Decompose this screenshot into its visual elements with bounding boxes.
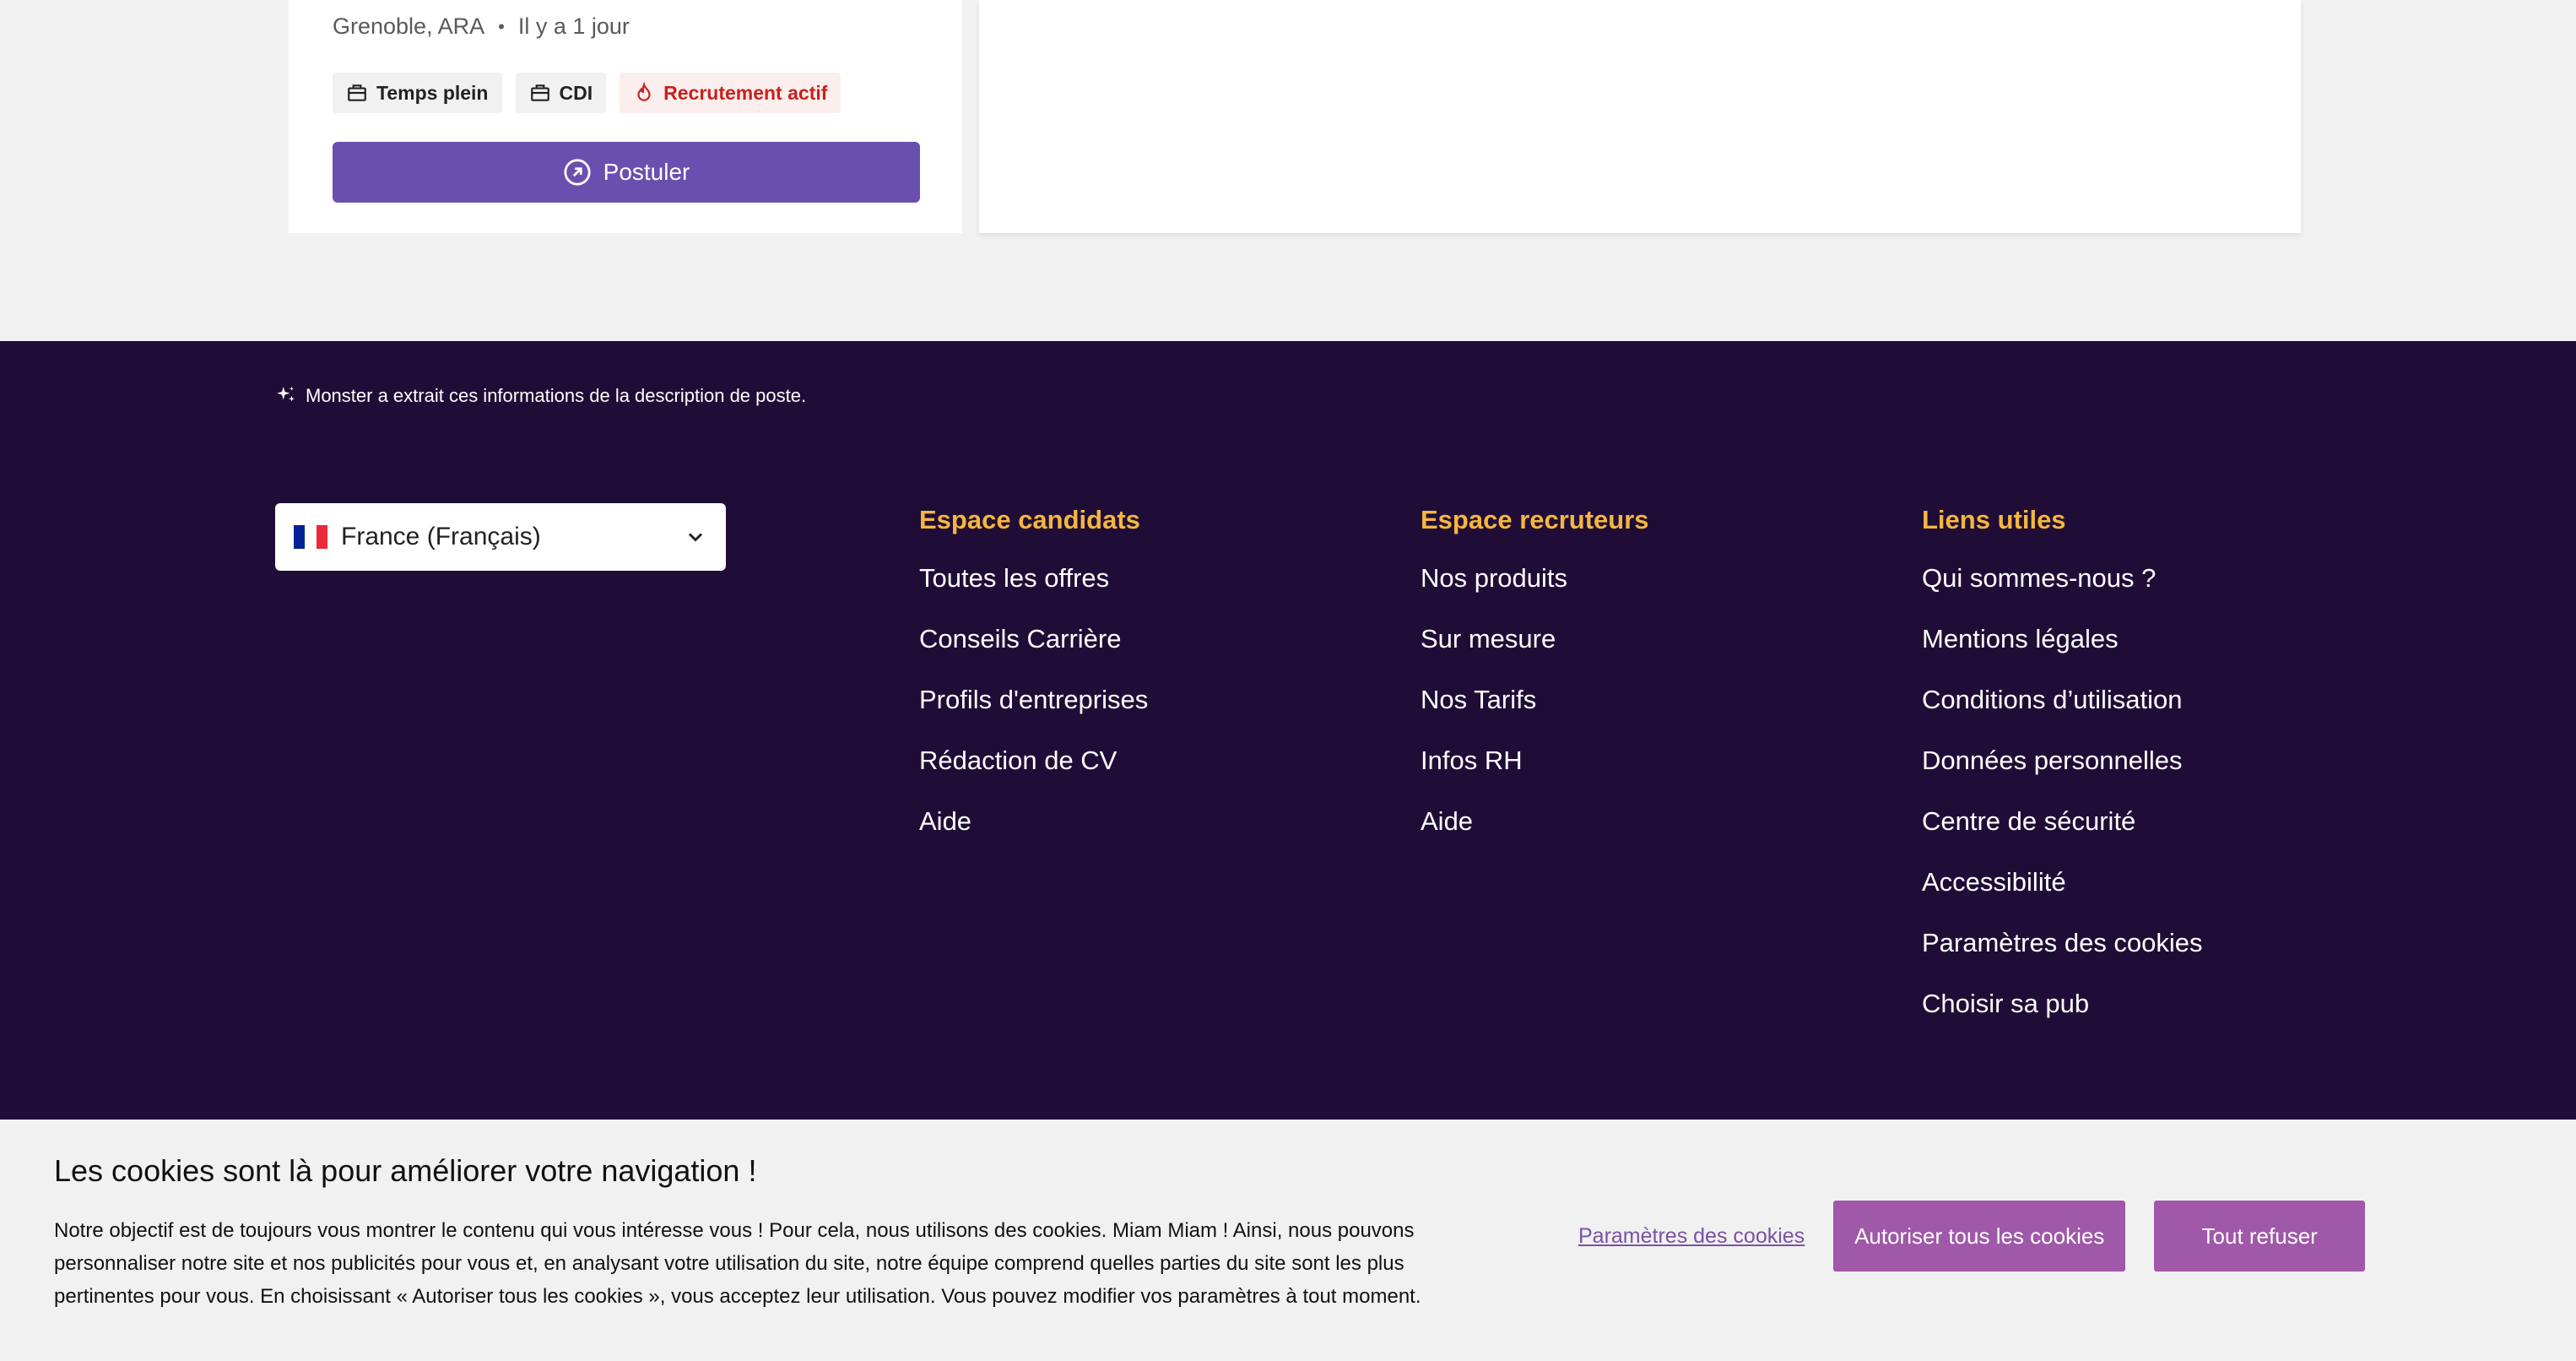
cookie-settings-link[interactable]: Paramètres des cookies [1578,1224,1805,1249]
job-detail-panel [979,0,2301,233]
tag-label: Recrutement actif [663,81,828,104]
flame-icon [637,82,651,101]
column-title: Liens utiles [1922,505,2066,534]
footer-link[interactable]: Paramètres des cookies [1922,925,2203,961]
tag-contract-time: Temps plein [333,73,502,113]
sparkle-icon [277,387,295,402]
tag-label: Temps plein [376,81,489,104]
footer-link[interactable]: Rédaction de CV [919,743,1148,778]
footer-link[interactable]: Nos Tarifs [1421,682,1649,718]
footer-link[interactable]: Aide [919,804,1148,839]
footer-link[interactable]: Conditions d’utilisation [1922,682,2203,718]
briefcase-icon [348,84,366,101]
footer-link[interactable]: Données personnelles [1922,743,2203,778]
country-selector[interactable]: France (Français) [275,503,726,571]
job-meta: Grenoble, ARA • Il y a 1 jour [333,14,630,40]
cookie-actions: Paramètres des cookies Autoriser tous le… [1578,1201,2366,1272]
footer-link[interactable]: Conseils Carrière [919,621,1148,657]
footer-link[interactable]: Infos RH [1421,743,1649,778]
job-location: Grenoble, ARA [333,14,485,39]
cookie-banner-title: Les cookies sont là pour améliorer votre… [54,1153,757,1188]
job-card: Grenoble, ARA • Il y a 1 jour Temps plei… [289,0,962,233]
footer-link[interactable]: Nos produits [1421,561,1649,596]
footer-link[interactable]: Profils d'entreprises [919,682,1148,718]
footer-column-recruiters: Espace recruteurs Nos produits Sur mesur… [1421,505,1649,865]
ai-note-text: Monster a extrait ces informations de la… [306,385,807,406]
briefcase-icon [530,84,549,101]
column-title: Espace candidats [919,505,1140,534]
refuse-all-cookies-button[interactable]: Tout refuser [2154,1201,2366,1272]
footer-link[interactable]: Mentions légales [1922,621,2203,657]
job-posted-date: Il y a 1 jour [517,14,630,39]
footer-link[interactable]: Accessibilité [1922,865,2203,900]
tag-contract-type: CDI [515,73,607,113]
footer: Monster a extrait ces informations de la… [0,341,2576,1185]
job-tags: Temps plein CDI Recrutement actif [333,73,842,113]
footer-link[interactable]: Aide [1421,804,1649,839]
apply-button[interactable]: Postuler [333,142,920,203]
external-arrow-icon [564,159,591,186]
column-title: Espace recruteurs [1421,505,1649,534]
cookie-banner-body: Notre objectif est de toujours vous mont… [54,1219,1421,1308]
footer-link[interactable]: Sur mesure [1421,621,1649,657]
france-flag-icon [294,525,327,549]
footer-link[interactable]: Toutes les offres [919,561,1148,596]
allow-all-cookies-button[interactable]: Autoriser tous les cookies [1833,1201,2126,1272]
meta-separator: • [498,15,505,37]
tag-active-hiring: Recrutement actif [620,73,842,113]
cookie-banner: Les cookies sont là pour améliorer votre… [0,1120,2576,1361]
ai-extraction-note: Monster a extrait ces informations de la… [275,385,806,407]
footer-column-candidates: Espace candidats Toutes les offres Conse… [919,505,1148,865]
chevron-down-icon [688,533,703,542]
footer-column-useful-links: Liens utiles Qui sommes-nous ? Mentions … [1922,505,2203,1047]
footer-link[interactable]: Centre de sécurité [1922,804,2203,839]
footer-link[interactable]: Qui sommes-nous ? [1922,561,2203,596]
country-selector-value: France (Français) [341,523,541,550]
tag-label: CDI [559,81,593,104]
apply-button-label: Postuler [603,159,690,185]
footer-link[interactable]: Choisir sa pub [1922,986,2203,1022]
